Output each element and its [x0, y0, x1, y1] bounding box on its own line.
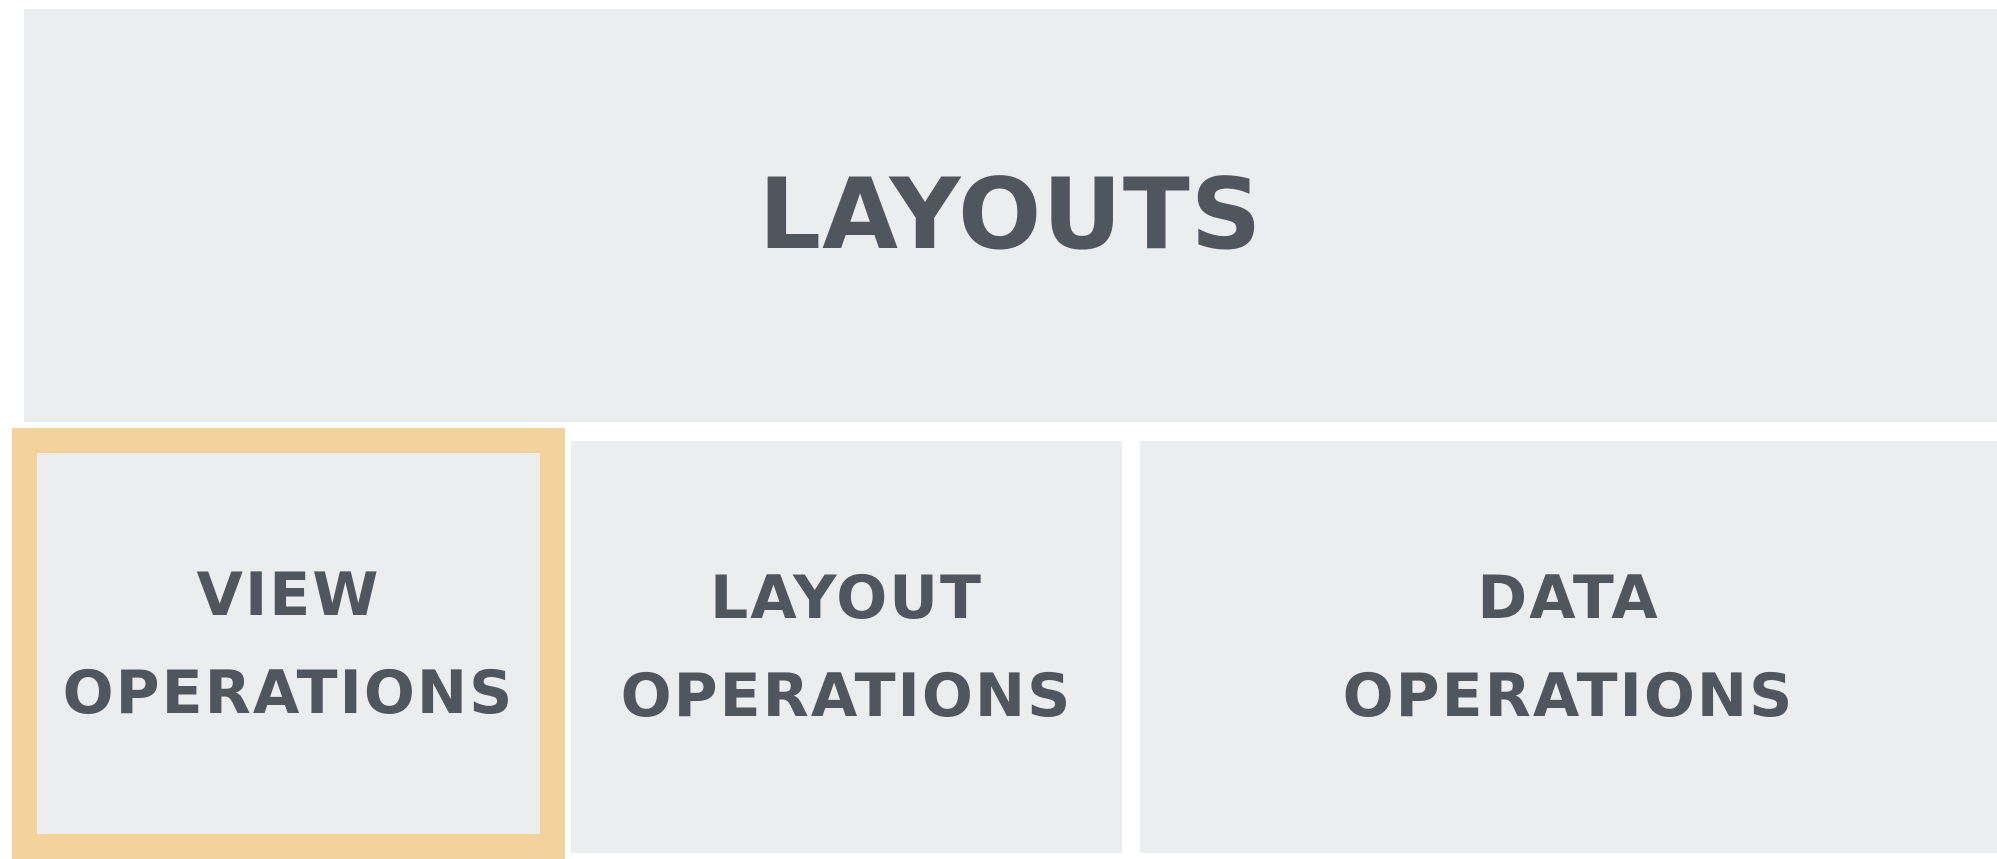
view-operations-line2: OPERATIONS: [62, 657, 515, 728]
view-operations-line1: VIEW: [196, 559, 381, 630]
data-operations-line1: DATA: [1477, 563, 1660, 633]
layout-operations-box: LAYOUT OPERATIONS: [571, 441, 1122, 853]
layout-operations-line2: OPERATIONS: [620, 661, 1073, 731]
data-operations-box: DATA OPERATIONS: [1140, 441, 1997, 853]
view-operations-label: VIEW OPERATIONS: [63, 546, 515, 742]
layout-operations-label: LAYOUT OPERATIONS: [621, 549, 1073, 745]
layout-operations-line1: LAYOUT: [710, 563, 983, 633]
data-operations-line2: OPERATIONS: [1342, 661, 1795, 731]
layouts-box: LAYOUTS: [24, 9, 1997, 422]
view-operations-box: VIEW OPERATIONS: [12, 428, 565, 859]
data-operations-label: DATA OPERATIONS: [1343, 549, 1795, 745]
layouts-label: LAYOUTS: [758, 158, 1263, 273]
